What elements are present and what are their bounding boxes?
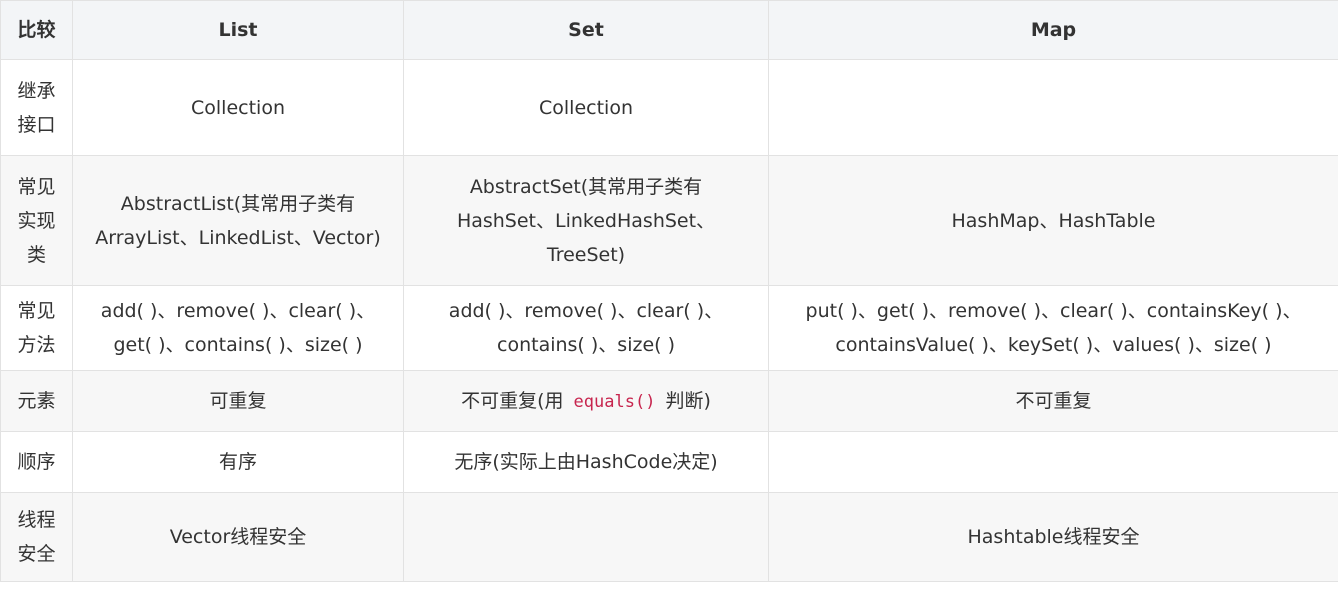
- cell-line: get( )、contains( )、size( ): [113, 334, 363, 356]
- cell-line: put( )、get( )、remove( )、clear( )、contain…: [805, 300, 1302, 322]
- cell-order-map: [768, 431, 1338, 493]
- header-list: List: [72, 0, 404, 60]
- label-line: 类: [26, 243, 46, 266]
- table-header: 比较 List Set Map: [0, 0, 1338, 60]
- cell-element-set: 不可重复(用 equals() 判断): [403, 370, 769, 432]
- cell-line: AbstractSet(其常用子类有: [469, 175, 703, 198]
- cell-methods-map: put( )、get( )、remove( )、clear( )、contain…: [768, 285, 1338, 371]
- cell-methods-list: add( )、remove( )、clear( )、 get( )、contai…: [72, 285, 404, 371]
- label-line: 方法: [17, 334, 56, 356]
- label-line: 继承: [17, 79, 56, 102]
- cell-text: 不可重复(用: [461, 389, 564, 412]
- row-label-element: 元素: [0, 370, 73, 432]
- cell-line: HashSet、LinkedHashSet、: [456, 209, 716, 232]
- row-order: 顺序 有序 无序(实际上由HashCode决定): [0, 431, 1338, 493]
- cell-line: TreeSet): [546, 243, 626, 266]
- cell-methods-set: add( )、remove( )、clear( )、 contains( )、s…: [403, 285, 769, 371]
- cell-line: ArrayList、LinkedList、Vector): [95, 226, 381, 249]
- cell-thread-map: Hashtable线程安全: [768, 492, 1338, 582]
- row-label-impl: 常见 实现 类: [0, 155, 73, 286]
- cell-text: 判断): [665, 389, 711, 412]
- row-elements: 元素 可重复 不可重复(用 equals() 判断) 不可重复: [0, 370, 1338, 432]
- header-set: Set: [403, 0, 769, 60]
- row-label-methods: 常见 方法: [0, 285, 73, 371]
- cell-line: contains( )、size( ): [497, 334, 675, 356]
- cell-order-list: 有序: [72, 431, 404, 493]
- header-map: Map: [768, 0, 1338, 60]
- header-compare: 比较: [0, 0, 73, 60]
- table-body: 继承 接口 Collection Collection 常见 实现 类 Abst…: [0, 59, 1338, 582]
- inline-code: equals(): [573, 391, 656, 412]
- cell-element-list: 可重复: [72, 370, 404, 432]
- cell-order-set: 无序(实际上由HashCode决定): [403, 431, 769, 493]
- row-methods: 常见 方法 add( )、remove( )、clear( )、 get( )、…: [0, 285, 1338, 371]
- comparison-table: 比较 List Set Map 继承 接口 Collection Collect…: [0, 0, 1338, 582]
- row-thread-safety: 线程 安全 Vector线程安全 Hashtable线程安全: [0, 492, 1338, 582]
- cell-inherit-map: [768, 59, 1338, 156]
- cell-line: add( )、remove( )、clear( )、: [448, 300, 724, 322]
- cell-element-map: 不可重复: [768, 370, 1338, 432]
- cell-thread-set: [403, 492, 769, 582]
- label-line: 接口: [17, 113, 56, 136]
- label-line: 安全: [17, 543, 56, 565]
- cell-line: AbstractList(其常用子类有: [120, 192, 356, 215]
- cell-line: containsValue( )、keySet( )、values( )、siz…: [835, 334, 1272, 356]
- row-label-inherit: 继承 接口: [0, 59, 73, 156]
- row-label-order: 顺序: [0, 431, 73, 493]
- cell-inherit-set: Collection: [403, 59, 769, 156]
- cell-impl-map: HashMap、HashTable: [768, 155, 1338, 286]
- header-row: 比较 List Set Map: [0, 0, 1338, 60]
- label-line: 线程: [17, 509, 56, 531]
- cell-impl-set: AbstractSet(其常用子类有 HashSet、LinkedHashSet…: [403, 155, 769, 286]
- cell-inherit-list: Collection: [72, 59, 404, 156]
- label-line: 常见: [17, 175, 56, 198]
- row-implementations: 常见 实现 类 AbstractList(其常用子类有 ArrayList、Li…: [0, 155, 1338, 286]
- row-label-thread: 线程 安全: [0, 492, 73, 582]
- label-line: 常见: [17, 300, 56, 322]
- cell-impl-list: AbstractList(其常用子类有 ArrayList、LinkedList…: [72, 155, 404, 286]
- cell-thread-list: Vector线程安全: [72, 492, 404, 582]
- label-line: 实现: [17, 209, 56, 232]
- cell-line: add( )、remove( )、clear( )、: [100, 300, 376, 322]
- row-inherit-interface: 继承 接口 Collection Collection: [0, 59, 1338, 156]
